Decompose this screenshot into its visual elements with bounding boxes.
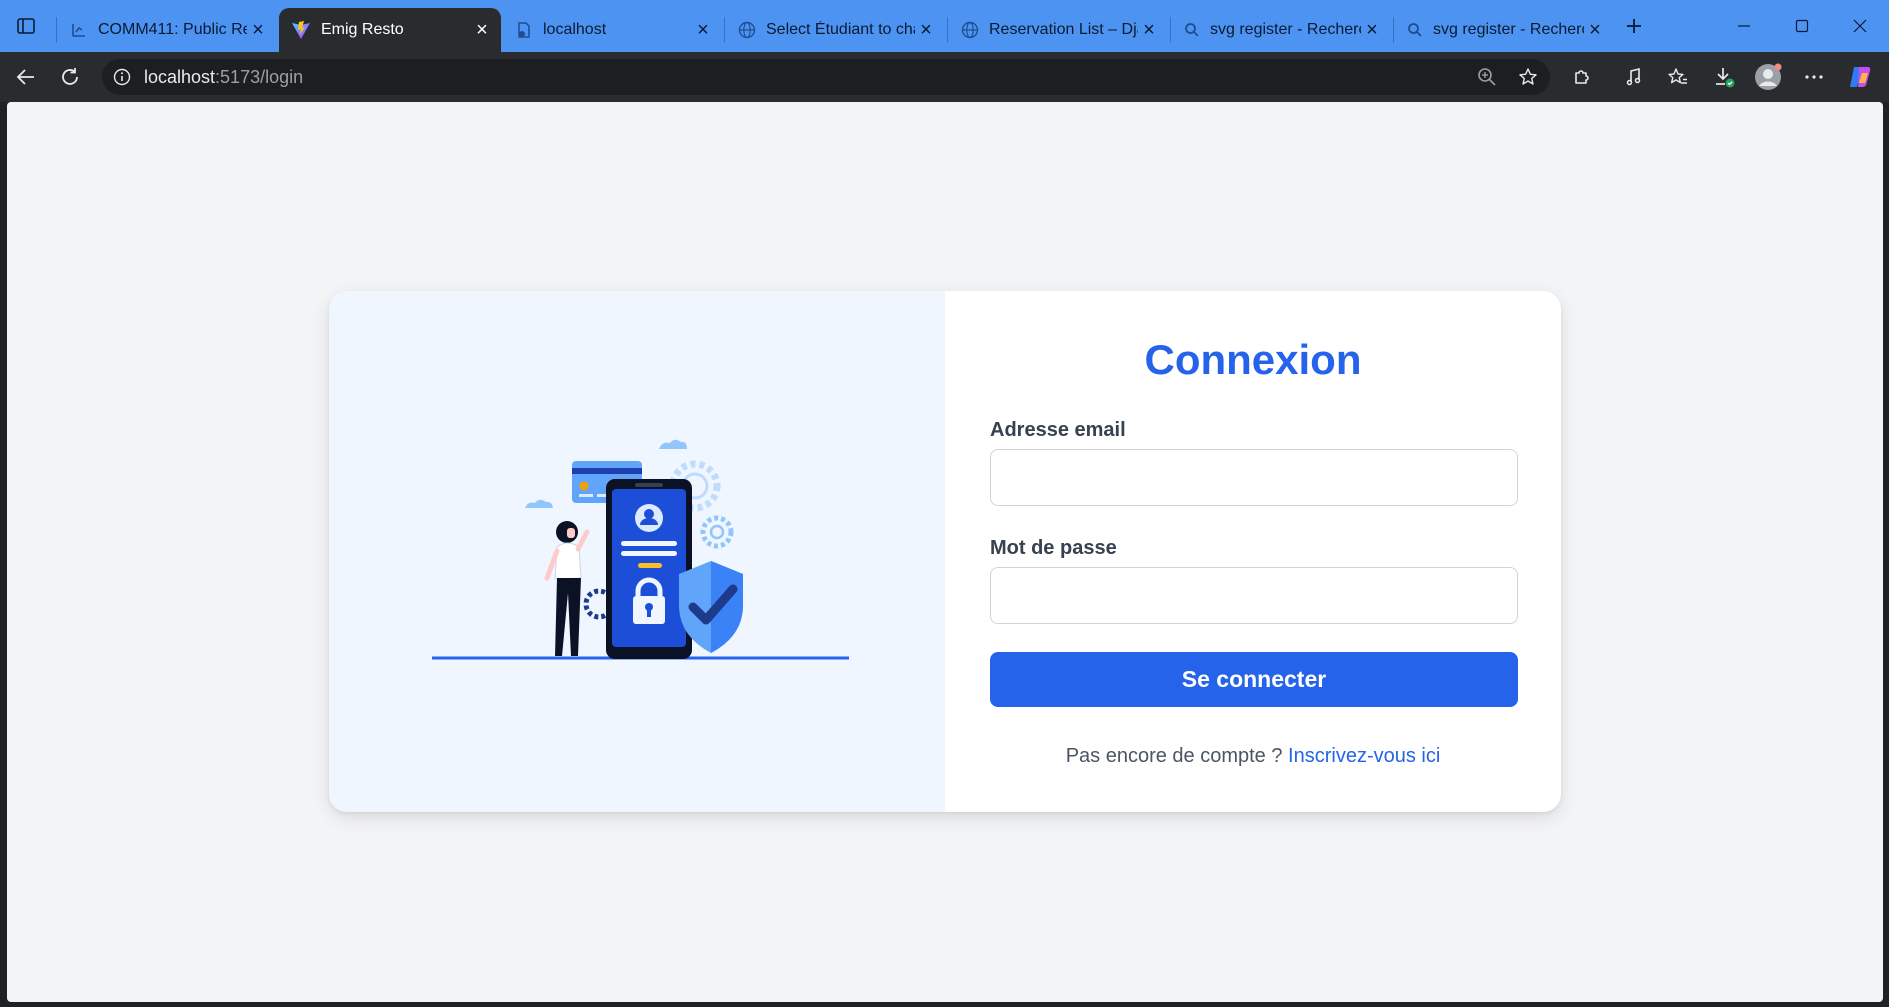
globe-icon [738,21,756,39]
signup-link[interactable]: Inscrivez-vous ici [1288,745,1440,767]
signup-prompt-line: Pas encore de compte ? Inscrivez-vous ic… [945,745,1561,768]
tab-title: localhost [543,21,607,38]
close-window-button[interactable] [1833,4,1887,48]
tab-separator [1393,17,1394,43]
tab-strip: COMM411: Public Rel × Emig Resto × local… [0,0,1889,52]
zoom-icon[interactable] [1477,67,1497,87]
new-tab-button[interactable] [1618,10,1650,42]
close-icon[interactable]: × [1584,19,1606,41]
tab-separator [724,17,725,43]
reload-button[interactable] [52,59,88,95]
email-label: Adresse email [990,419,1126,441]
sidebar-icon [17,18,35,34]
download-icon [1716,68,1735,88]
profile-button[interactable] [1750,59,1786,95]
tab-title: Emig Resto [321,21,404,38]
url-host: localhost [144,66,216,87]
favorites-button[interactable] [1660,59,1696,95]
login-form: Connexion Adresse email Mot de passe Se … [945,291,1561,812]
url-text[interactable]: localhost:5173/login [144,67,303,88]
globe-icon [961,21,979,39]
tab-localhost[interactable]: localhost × [503,8,722,52]
tab-actions-button[interactable] [10,10,42,42]
url-path: :5173/login [215,66,304,87]
reload-icon [62,68,78,85]
more-button[interactable] [1796,59,1832,95]
favorites-icon [1668,68,1687,84]
maximize-icon [1795,19,1809,33]
close-icon[interactable]: × [915,19,937,41]
copilot-icon [1850,67,1871,87]
illustration-pane [329,291,945,812]
tab-title: svg register - Recherc [1433,21,1584,38]
tab-svg-register-1[interactable]: svg register - Recherc × [1172,8,1391,52]
avatar-icon [1755,63,1782,90]
more-dots-icon [1805,75,1823,79]
page-viewport: Connexion Adresse email Mot de passe Se … [7,102,1883,1002]
login-button[interactable]: Se connecter [990,652,1518,707]
back-arrow-icon [16,69,34,85]
extensions-button[interactable] [1564,59,1600,95]
close-icon[interactable]: × [692,19,714,41]
tab-svg-register-2[interactable]: svg register - Recherc × [1395,8,1614,52]
close-icon[interactable]: × [1138,19,1160,41]
maximize-button[interactable] [1775,4,1829,48]
star-icon[interactable] [1518,67,1538,87]
close-icon[interactable]: × [1361,19,1383,41]
tab-title: Select Étudiant to cha [766,21,915,38]
login-card: Connexion Adresse email Mot de passe Se … [329,291,1561,812]
tab-separator [56,17,57,43]
downloads-button[interactable] [1706,59,1742,95]
close-icon[interactable]: × [471,19,493,41]
back-button[interactable] [8,59,44,95]
secure-login-illustration [432,439,849,660]
browser-toolbar: localhost:5173/login [0,52,1889,102]
copilot-button[interactable] [1842,59,1878,95]
tab-select-etudiant[interactable]: Select Étudiant to cha × [726,8,945,52]
tab-separator [1170,17,1171,43]
tab-title: Reservation List – Djar [989,21,1138,38]
minimize-button[interactable] [1717,4,1771,48]
tab-title: COMM411: Public Rel [98,21,247,38]
tab-emig-resto[interactable]: Emig Resto × [279,8,501,52]
minimize-icon [1738,25,1750,27]
vite-favicon-icon [292,21,310,39]
page-title: Connexion [1144,336,1362,383]
tab-title: svg register - Recherc [1210,21,1361,38]
tab-reservation-list[interactable]: Reservation List – Djar × [949,8,1168,52]
address-bar[interactable]: localhost:5173/login [102,59,1550,95]
password-label: Mot de passe [990,537,1117,559]
email-field[interactable] [990,449,1518,506]
password-field[interactable] [990,567,1518,624]
media-button[interactable] [1616,59,1652,95]
chart-favicon-icon [72,24,85,37]
tab-separator [947,17,948,43]
close-icon[interactable]: × [247,19,269,41]
music-note-icon [1626,67,1641,86]
tab-comm411[interactable]: COMM411: Public Rel × [58,8,277,52]
puzzle-icon [1575,70,1589,84]
search-icon [1408,23,1422,37]
search-icon [1185,23,1199,37]
close-icon [1853,19,1867,33]
plus-icon [1627,19,1641,33]
page-favicon-icon [518,22,530,38]
site-info-icon[interactable] [113,68,131,86]
signup-prompt: Pas encore de compte ? [1065,745,1283,767]
